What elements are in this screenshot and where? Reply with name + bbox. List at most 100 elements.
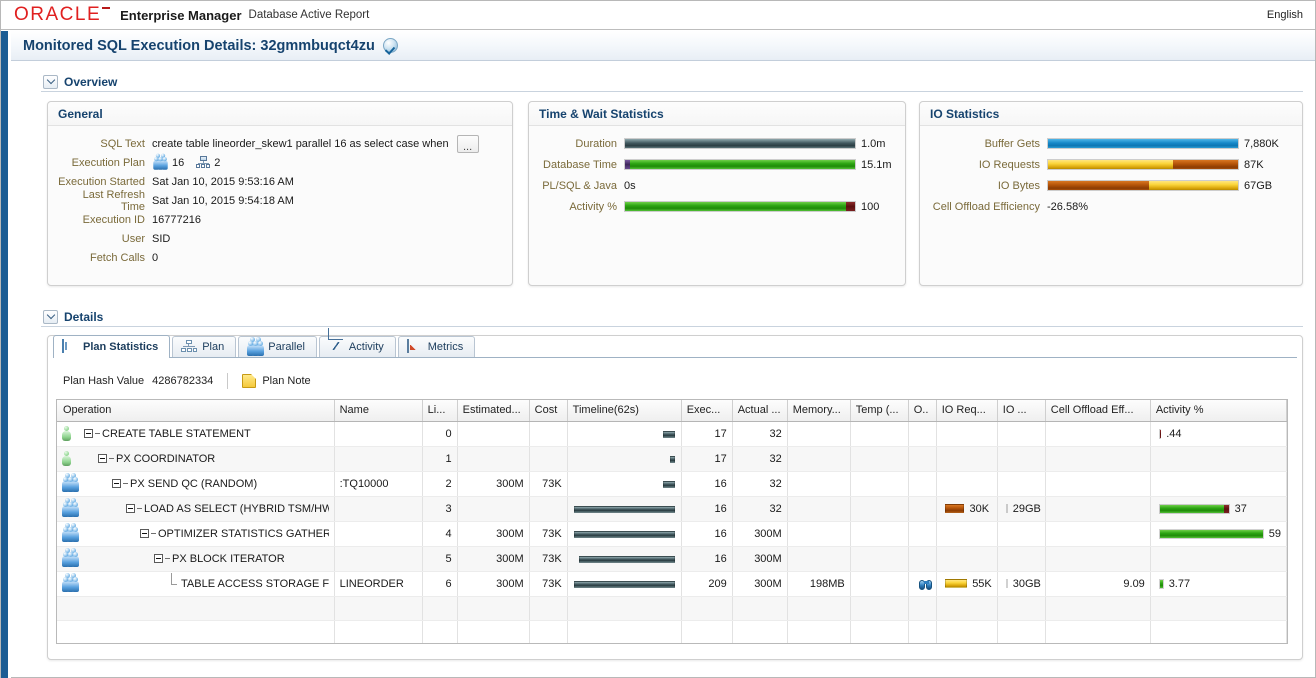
tree-connector: [137, 508, 142, 509]
tab-plan[interactable]: Plan: [172, 336, 237, 357]
stat-bar-segment: [1048, 139, 1238, 148]
overview-section-header[interactable]: Overview: [41, 73, 1303, 92]
cell-empty: [422, 596, 458, 621]
column-header[interactable]: IO Req...: [936, 400, 998, 422]
cell-memory: [787, 421, 851, 447]
execution-plan-tree-value[interactable]: 2: [214, 157, 220, 169]
table-row[interactable]: CREATE TABLE STATEMENT 0 17 32 .44: [57, 421, 1287, 447]
column-header[interactable]: IO ...: [997, 400, 1046, 422]
column-header[interactable]: Exec...: [681, 400, 733, 422]
time-wait-label: Duration: [575, 137, 617, 150]
column-header[interactable]: Memory...: [787, 400, 851, 422]
cell-line: 0: [422, 421, 458, 447]
cell-offload-efficiency: 9.09: [1045, 571, 1151, 597]
cell-name: LINEORDER: [334, 571, 423, 597]
cell-empty: [997, 596, 1046, 621]
table-row[interactable]: LOAD AS SELECT (HYBRID TSM/HW... 3 16 32 30K…: [57, 496, 1287, 522]
io-stat-value: 87K: [1244, 158, 1264, 171]
io-stat-bar-wrap[interactable]: 67GB: [1047, 180, 1272, 192]
cell-estimated-rows: 300M: [457, 571, 530, 597]
operation-label: LOAD AS SELECT (HYBRID TSM/HW...: [144, 502, 329, 515]
stat-bar-segment: [845, 202, 855, 211]
table-row[interactable]: PX BLOCK ITERATOR 5 300M 73K 16 300M: [57, 546, 1287, 572]
execution-plan-parallel-value[interactable]: 16: [172, 157, 184, 169]
tab-plan-statistics[interactable]: Plan Statistics: [53, 335, 171, 358]
sql-text-value: create table lineorder_skew1 parallel 16…: [152, 137, 449, 150]
time-wait-bar-wrap[interactable]: 15.1m: [624, 159, 892, 171]
tree-connector: [123, 483, 128, 484]
cell-io-bytes-bar: [1005, 504, 1008, 513]
table-row[interactable]: OPTIMIZER STATISTICS GATHERI... 4 300M 73K 1…: [57, 521, 1287, 547]
serial-person-icon: [62, 451, 78, 467]
cell-io-bytes: 30GB: [997, 571, 1046, 597]
timeline-bar: [573, 580, 675, 588]
column-header[interactable]: Name: [334, 400, 423, 422]
column-header[interactable]: Li...: [422, 400, 458, 422]
sql-text-expand-button[interactable]: ...: [456, 134, 479, 153]
column-header[interactable]: Cell Offload Eff...: [1045, 400, 1151, 422]
collapse-node-button[interactable]: [98, 454, 107, 463]
plan-statistics-table[interactable]: Operation Name Li... Estimated... Cost Timeli…: [56, 399, 1288, 644]
cell-offload-efficiency: [1045, 521, 1151, 547]
cell-empty: [908, 596, 937, 621]
io-stat-bar-wrap[interactable]: 7,880K: [1047, 138, 1279, 150]
column-header[interactable]: Timeline(62s): [567, 400, 682, 422]
cell-empty: [732, 596, 788, 621]
collapse-node-button[interactable]: [112, 479, 121, 488]
cell-executions: 16: [681, 521, 733, 547]
time-wait-bar-wrap[interactable]: 1.0m: [624, 138, 885, 150]
column-header[interactable]: O..: [908, 400, 937, 422]
plan-note-button[interactable]: Plan Note: [262, 375, 310, 387]
cell-actual-rows: 32: [732, 446, 788, 472]
collapse-node-button[interactable]: [154, 554, 163, 563]
column-header[interactable]: Activity %: [1150, 400, 1287, 422]
cell-io-requests-bar: [944, 504, 965, 513]
column-header[interactable]: Estimated...: [457, 400, 530, 422]
table-row[interactable]: TABLE ACCESS STORAGE FULLLINEORDER6300M7…: [57, 571, 1287, 597]
plan-tree-icon: [196, 156, 211, 169]
oracle-logo: ORACLE: [14, 5, 111, 24]
cell-temp: [850, 421, 909, 447]
time-wait-bar-wrap[interactable]: 100: [624, 201, 879, 213]
cell-empty: [936, 620, 998, 643]
tab-activity[interactable]: Activity: [318, 336, 396, 357]
column-header[interactable]: Temp (...: [850, 400, 909, 422]
user-value: SID: [152, 232, 171, 245]
tab-metrics[interactable]: Metrics: [397, 336, 476, 357]
io-stat-bar-wrap[interactable]: 87K: [1047, 159, 1264, 171]
table-row[interactable]: PX COORDINATOR 1 17 32: [57, 446, 1287, 472]
time-wait-row: Activity % 100: [538, 199, 896, 214]
language-link[interactable]: English: [1267, 9, 1303, 21]
details-section-header[interactable]: Details: [41, 308, 1303, 327]
column-header[interactable]: Operation: [57, 400, 335, 422]
toolbar-divider: [227, 373, 229, 389]
binoculars-icon[interactable]: [918, 578, 934, 591]
tree-connector: [151, 533, 156, 534]
io-stat-value: 67GB: [1244, 179, 1273, 192]
plan-hash-label: Plan Hash Value: [63, 375, 145, 387]
column-header[interactable]: Cost: [529, 400, 568, 422]
stat-bar-segment: [1223, 504, 1229, 513]
app-subtitle: Database Active Report: [248, 9, 370, 21]
cell-executions: 17: [681, 421, 733, 447]
cell-temp: [850, 446, 909, 472]
cell-offload-icon: [908, 571, 937, 597]
time-wait-value: 0s: [624, 179, 636, 192]
collapse-node-button[interactable]: [126, 504, 135, 513]
collapse-node-button[interactable]: [84, 429, 93, 438]
cell-offload-icon: [908, 471, 937, 497]
chevron-down-icon[interactable]: [43, 310, 58, 324]
cell-operation: CREATE TABLE STATEMENT: [57, 421, 335, 447]
stat-bar: [624, 138, 856, 149]
column-header[interactable]: Actual ...: [732, 400, 788, 422]
table-row[interactable]: PX SEND QC (RANDOM):TQ10000 2 300M 73K 16 32: [57, 471, 1287, 497]
collapse-node-button[interactable]: [140, 529, 149, 538]
chevron-down-icon[interactable]: [43, 75, 58, 89]
cell-cost: [529, 446, 568, 472]
cell-io-bytes: [997, 546, 1046, 572]
cell-io-requests: 55K: [936, 571, 998, 597]
tab-parallel[interactable]: Parallel: [238, 336, 317, 357]
cell-line: 2: [422, 471, 458, 497]
table-header-row[interactable]: Operation Name Li... Estimated... Cost Timeli…: [57, 400, 1287, 422]
timeline-bar: [663, 430, 675, 438]
